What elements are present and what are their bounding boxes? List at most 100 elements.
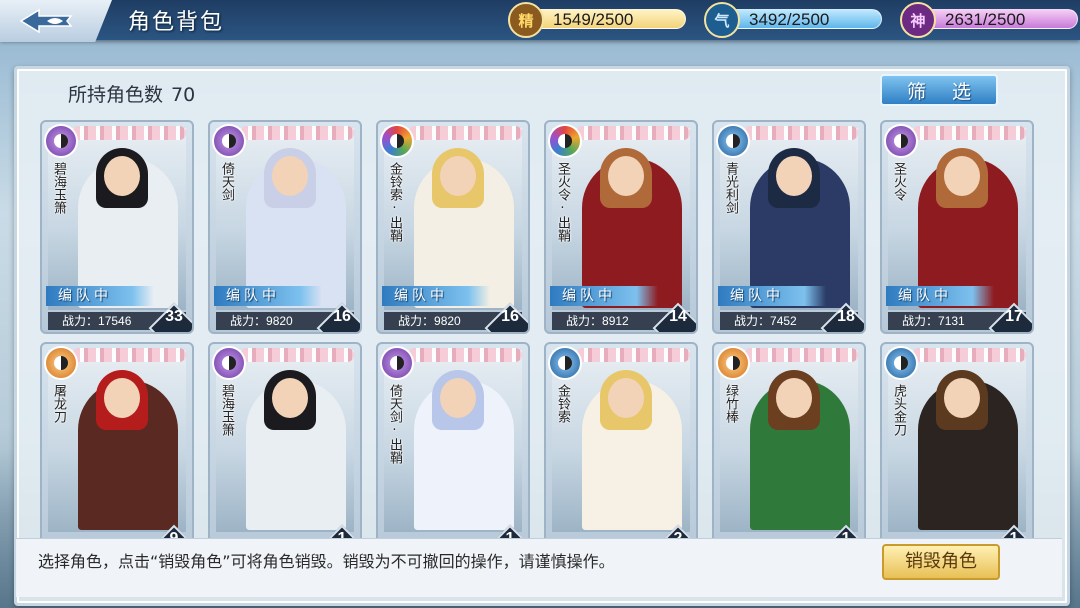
element-yinyang-icon [380, 346, 414, 380]
blossom-decoration [72, 126, 186, 140]
qi-badge-icon: 气 [704, 2, 740, 38]
character-card[interactable]: 虎头金刀 1 [880, 342, 1034, 538]
blossom-decoration [72, 348, 186, 362]
character-face [608, 156, 644, 196]
resource-value: 2631/2500 [918, 9, 1078, 29]
character-name: 屠龙刀 [51, 384, 66, 423]
combat-power-value: 7131 [938, 314, 965, 328]
blossom-decoration [912, 348, 1026, 362]
character-face [104, 156, 140, 196]
character-name: 金铃索·出鞘 [387, 162, 402, 242]
level-number: 16 [501, 308, 519, 325]
character-face [104, 378, 140, 418]
filter-button[interactable]: 筛 选 [880, 74, 998, 106]
element-yinyang-icon [380, 124, 414, 158]
level-number: 16 [333, 308, 351, 325]
character-count: 所持角色数 70 [68, 80, 195, 107]
character-card[interactable]: 屠龙刀 9 [40, 342, 194, 538]
combat-power-label: 战力： [734, 314, 771, 328]
character-name: 金铃索 [555, 384, 570, 423]
blossom-decoration [408, 348, 522, 362]
blossom-decoration [240, 126, 354, 140]
character-card[interactable]: 碧海玉箫 1 [208, 342, 362, 538]
character-card[interactable]: 圣火令·出鞘 编队中 战力：8912 14 [544, 120, 698, 334]
element-yinyang-icon [548, 124, 582, 158]
level-number: 18 [837, 308, 855, 325]
character-name: 碧海玉箫 [219, 384, 234, 436]
element-yinyang-icon [44, 346, 78, 380]
combat-power-value: 17546 [98, 314, 132, 328]
blossom-decoration [408, 126, 522, 140]
character-face [440, 378, 476, 418]
character-face [440, 156, 476, 196]
element-yinyang-icon [884, 346, 918, 380]
character-name: 绿竹棒 [723, 384, 738, 423]
character-name: 青光利剑 [723, 162, 738, 214]
level-number: 1 [496, 530, 524, 538]
blossom-decoration [576, 348, 690, 362]
combat-power-label: 战力： [230, 314, 267, 328]
shen-badge-icon: 神 [900, 2, 936, 38]
level-number: 14 [669, 308, 687, 325]
character-card[interactable]: 倚天剑·出鞘 1 [376, 342, 530, 538]
level-number: 1 [328, 530, 356, 538]
blossom-decoration [744, 126, 858, 140]
character-face [608, 378, 644, 418]
level-number: 17 [1005, 308, 1023, 325]
jing-badge-icon: 精 [508, 2, 544, 38]
character-name: 碧海玉箫 [51, 162, 66, 214]
combat-power-label: 战力： [398, 314, 435, 328]
character-name: 虎头金刀 [891, 384, 906, 436]
combat-power-value: 7452 [770, 314, 797, 328]
character-card[interactable]: 金铃索 2 [544, 342, 698, 538]
character-card[interactable]: 圣火令编队中战力：7131 17 [880, 120, 1034, 334]
character-card[interactable]: 青光利剑编队中战力：7452 18 [712, 120, 866, 334]
element-yinyang-icon [44, 124, 78, 158]
character-name: 倚天剑 [219, 162, 234, 201]
level-number: 33 [165, 308, 183, 325]
in-team-banner: 编队中 [550, 286, 658, 306]
character-card[interactable]: 绿竹棒 1 [712, 342, 866, 538]
in-team-banner: 编队中 [46, 286, 154, 306]
element-yinyang-icon [884, 124, 918, 158]
character-face [272, 156, 308, 196]
level-number: 9 [160, 530, 188, 538]
character-face [944, 378, 980, 418]
in-team-banner: 编队中 [886, 286, 994, 306]
in-team-banner: 编队中 [382, 286, 490, 306]
resource-value: 3492/2500 [722, 9, 882, 29]
character-face [272, 378, 308, 418]
combat-power-value: 9820 [434, 314, 461, 328]
destroy-hint: 选择角色，点击“销毁角色”可将角色销毁。销毁为不可撤回的操作，请谨慎操作。 [38, 552, 615, 571]
character-card[interactable]: 倚天剑编队中战力：9820 16 [208, 120, 362, 334]
character-name: 圣火令 [891, 162, 906, 201]
in-team-banner: 编队中 [214, 286, 322, 306]
element-yinyang-icon [716, 346, 750, 380]
character-face [776, 378, 812, 418]
character-face [776, 156, 812, 196]
character-card[interactable]: 碧海玉箫编队中战力：17546 33 [40, 120, 194, 334]
element-yinyang-icon [548, 346, 582, 380]
level-number: 1 [832, 530, 860, 538]
combat-power-value: 9820 [266, 314, 293, 328]
character-count-value: 70 [171, 84, 196, 106]
character-card[interactable]: 金铃索·出鞘编队中战力：9820 16 [376, 120, 530, 334]
level-number: 1 [1000, 530, 1028, 538]
back-arrow-icon [19, 8, 73, 34]
blossom-decoration [744, 348, 858, 362]
character-grid: 碧海玉箫 编队中 战力：17546 33 倚天剑 编队中 战力：9820 16 金铃索·出鞘 编队… [40, 120, 1044, 538]
character-name: 倚天剑·出鞘 [387, 384, 402, 464]
element-yinyang-icon [212, 346, 246, 380]
combat-power-label: 战力： [902, 314, 939, 328]
resource-value: 1549/2500 [526, 9, 686, 29]
combat-power-label: 战力： [62, 314, 99, 328]
destroy-character-button[interactable]: 销毁角色 [882, 544, 1000, 580]
element-yinyang-icon [716, 124, 750, 158]
back-button[interactable] [0, 0, 112, 42]
combat-power-label: 战力： [566, 314, 603, 328]
blossom-decoration [912, 126, 1026, 140]
character-face [944, 156, 980, 196]
top-bar: 角色背包 精 1549/2500 气 3492/2500 神 2631/2500 [0, 0, 1080, 42]
character-count-label: 所持角色数 [68, 84, 164, 106]
in-team-banner: 编队中 [718, 286, 826, 306]
